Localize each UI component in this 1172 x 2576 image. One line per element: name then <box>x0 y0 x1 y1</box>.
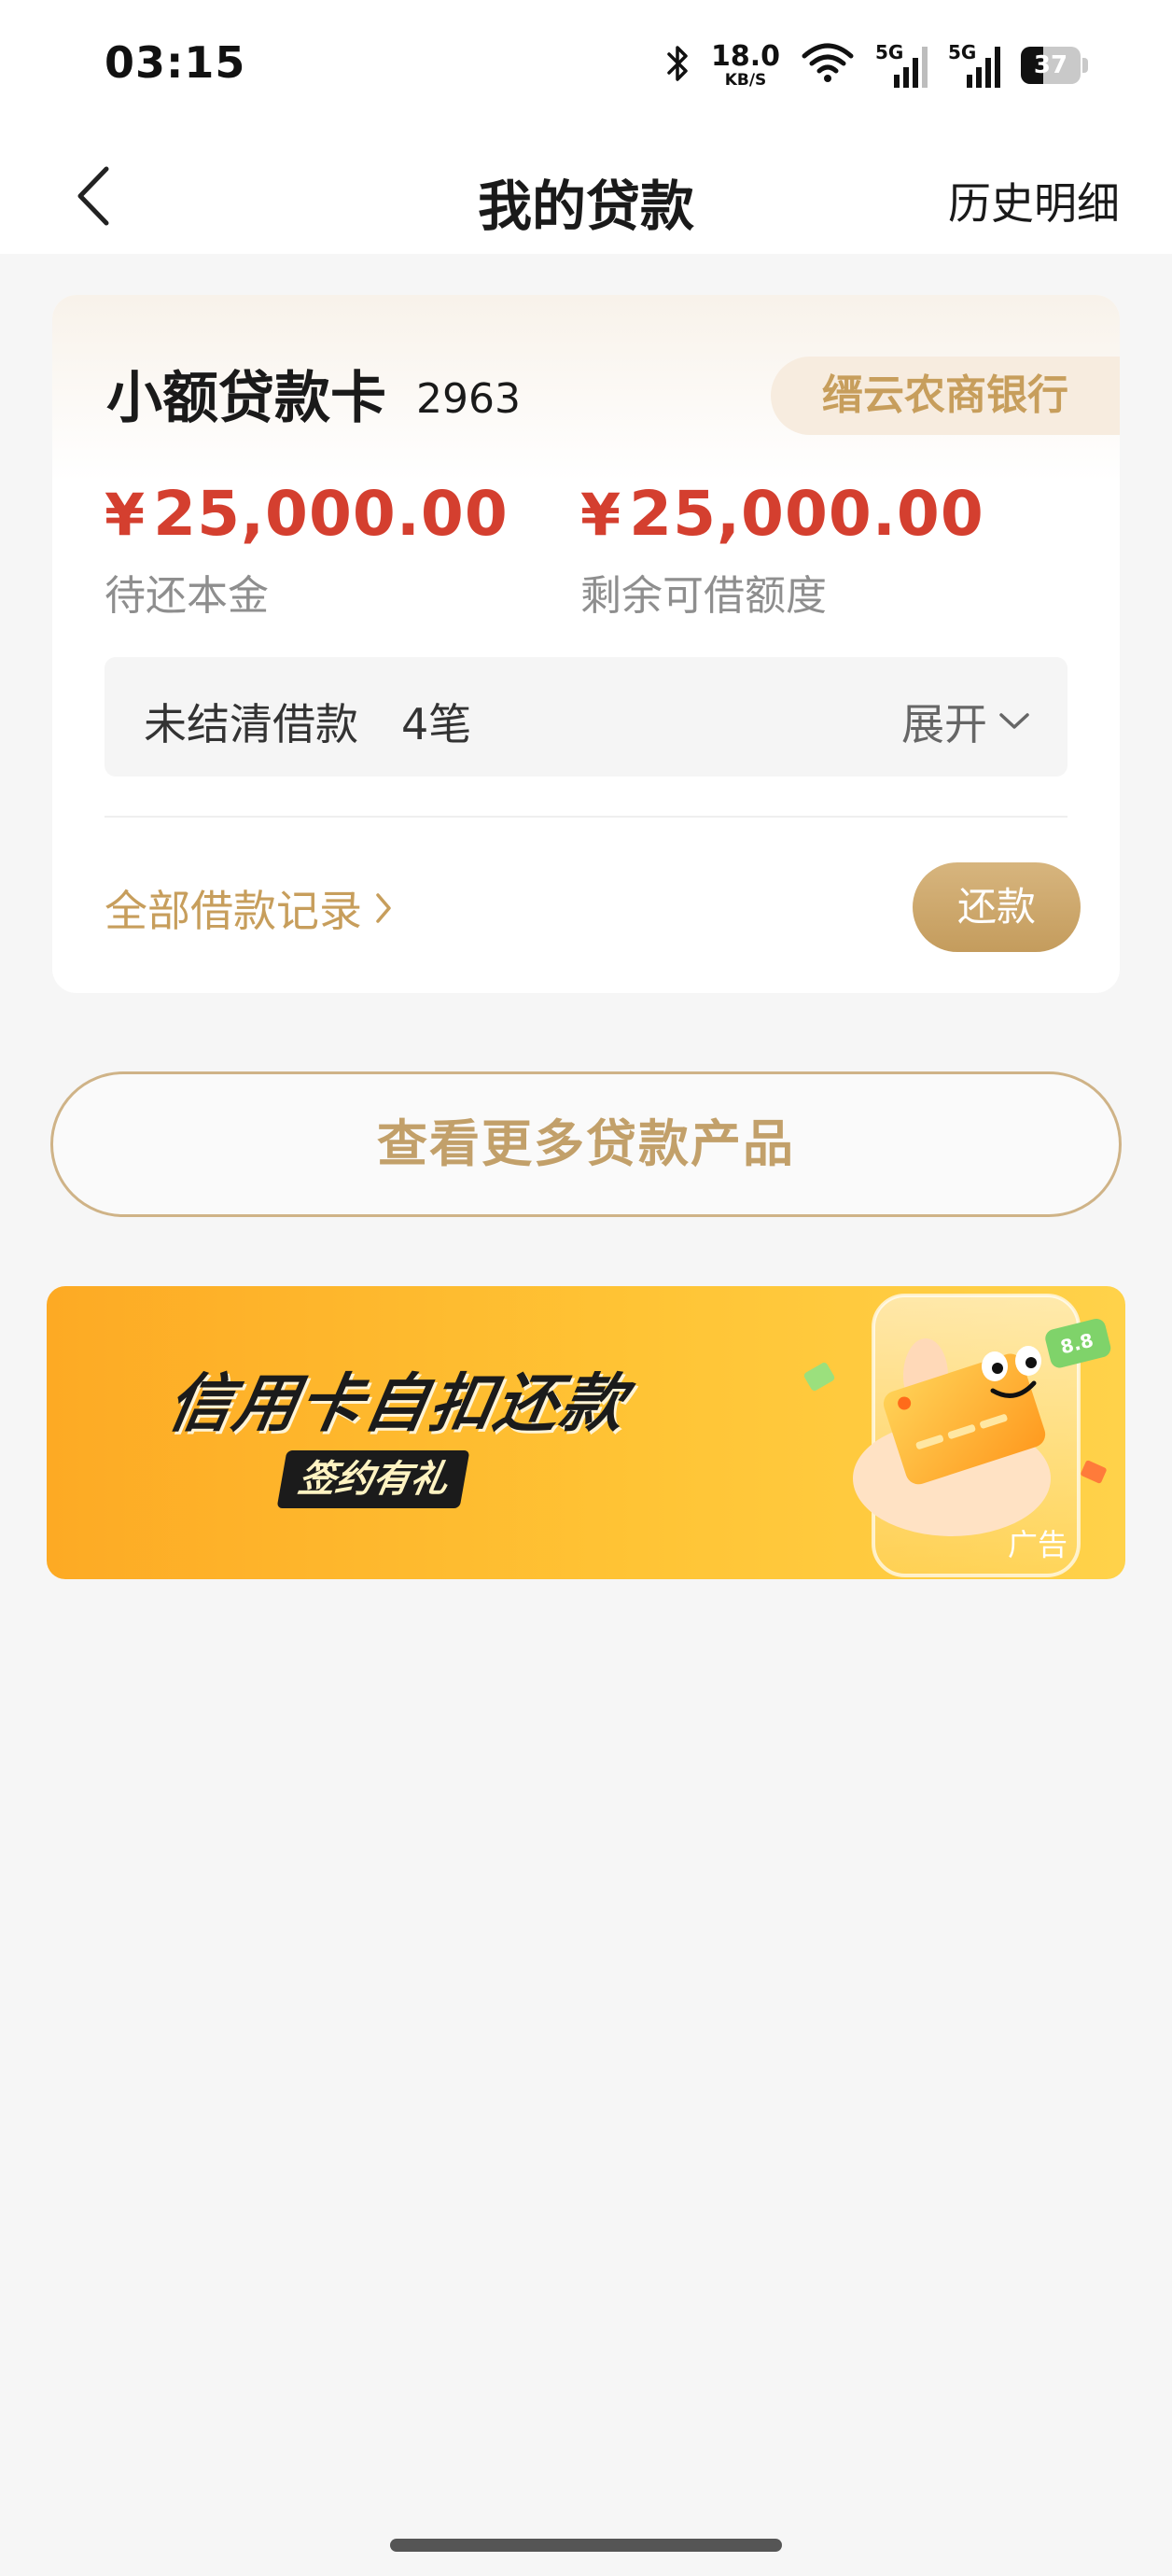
principal-amount-value: 25,000.00 <box>153 478 509 550</box>
home-indicator[interactable] <box>390 2539 782 2552</box>
loan-card-number: 2963 <box>416 375 521 423</box>
network-speed-value: 18.0 <box>710 39 780 73</box>
principal-amount: ¥25,000.00 <box>105 478 509 550</box>
network-speed-unit: KB/S <box>724 70 767 90</box>
wifi-icon <box>801 43 855 88</box>
available-label: 剩余可借额度 <box>580 572 827 620</box>
battery-icon: 37 <box>1021 47 1088 84</box>
outstanding-count: 4笔 <box>401 699 472 749</box>
currency-symbol: ¥ <box>580 481 622 549</box>
bluetooth-icon <box>666 43 691 88</box>
outstanding-label: 未结清借款 <box>144 699 358 749</box>
available-amount: ¥25,000.00 <box>580 478 984 550</box>
more-loan-products-button[interactable]: 查看更多贷款产品 <box>50 1071 1122 1217</box>
expand-label: 展开 <box>901 699 987 749</box>
expand-button[interactable]: 展开 <box>901 691 1030 752</box>
status-time: 03:15 <box>105 37 246 88</box>
status-bar: 03:15 18.0 KB/S 5G 5G 37 <box>0 0 1172 131</box>
signal-1-label: 5G <box>875 41 904 63</box>
banner-title: 信用卡自扣还款 <box>161 1367 633 1441</box>
all-records-link[interactable]: 全部借款记录 <box>105 877 392 939</box>
cellular-signal-icon-1: 5G <box>875 41 928 90</box>
chevron-right-icon <box>376 893 391 923</box>
ad-label: 广告 <box>1007 1527 1067 1562</box>
cellular-signal-icon-2: 5G <box>948 41 1000 90</box>
loan-card-name: 小额贷款卡 <box>106 366 386 431</box>
repay-button[interactable]: 还款 <box>913 862 1081 952</box>
battery-level: 37 <box>1033 51 1068 79</box>
bank-badge: 缙云农商银行 <box>771 357 1120 435</box>
history-link[interactable]: 历史明细 <box>948 170 1120 231</box>
principal-label: 待还本金 <box>105 572 269 620</box>
credit-card-illustration: 8.8 <box>803 1294 1111 1577</box>
nav-bar: 我的贷款 历史明细 <box>0 131 1172 254</box>
available-amount-value: 25,000.00 <box>629 478 984 550</box>
ad-banner[interactable]: 信用卡自扣还款 签约有礼 8.8 广告 <box>47 1286 1125 1579</box>
chevron-down-icon <box>999 713 1029 729</box>
status-icons: 18.0 KB/S 5G 5G 37 <box>666 35 1088 95</box>
banner-subtitle: 签约有礼 <box>276 1450 470 1508</box>
signal-2-label: 5G <box>948 41 977 63</box>
all-records-label: 全部借款记录 <box>105 886 362 936</box>
divider <box>105 816 1067 818</box>
currency-symbol: ¥ <box>105 481 146 549</box>
outstanding-loans-row: 未结清借款 4笔 展开 <box>105 657 1067 777</box>
loan-card: 小额贷款卡 2963 缙云农商银行 ¥25,000.00 待还本金 ¥25,00… <box>52 295 1120 993</box>
network-speed: 18.0 KB/S <box>710 39 780 90</box>
